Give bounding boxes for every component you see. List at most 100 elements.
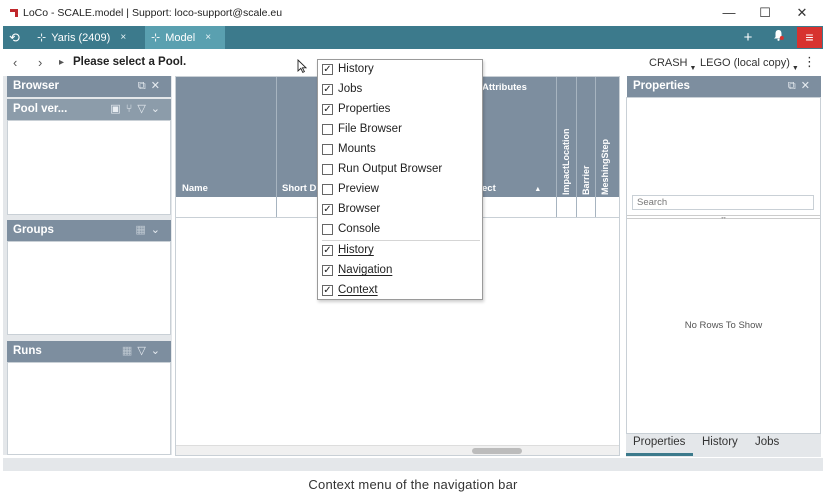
menu-item-jobs[interactable]: ✓ Jobs: [318, 80, 482, 100]
context-menu: ✓ History ✓ Jobs ✓ Properties File Brows…: [317, 59, 483, 300]
tab-bar: ⟲ ⊹ Yaris (2409) × ⊹ Model × + ≡: [3, 26, 823, 49]
menu-item-file-browser[interactable]: File Browser: [318, 120, 482, 140]
mouse-cursor-icon: [297, 59, 307, 73]
pool-header-icons: ▣⑂▽⌄: [110, 99, 165, 120]
column-barrier-header[interactable]: Barrier: [581, 163, 591, 195]
browser-panel-body: [7, 120, 171, 215]
nav-back-button[interactable]: ‹: [13, 55, 17, 70]
tab-close-icon[interactable]: ×: [120, 32, 126, 43]
pool-version-header: Pool ver... ▣⑂▽⌄: [7, 99, 171, 120]
checkbox[interactable]: ✓: [322, 64, 333, 75]
tab-label: Model: [165, 31, 196, 44]
column-short-desc-header[interactable]: Short D: [282, 183, 316, 194]
checkbox[interactable]: [322, 184, 333, 195]
filter-icon[interactable]: ▽: [137, 345, 150, 357]
checkbox[interactable]: [322, 164, 333, 175]
status-bar: [3, 458, 823, 471]
filter-icon[interactable]: ▽: [137, 103, 150, 115]
column-name-header[interactable]: Name: [182, 183, 208, 194]
menu-item-label: Context: [338, 284, 378, 296]
properties-panel-header: Properties ⧉✕: [627, 76, 821, 97]
chevron-down-icon[interactable]: ⌄: [151, 224, 165, 236]
column-divider[interactable]: [595, 77, 596, 217]
menu-item-navigation[interactable]: ✓ Navigation: [318, 261, 482, 281]
menu-item-browser[interactable]: ✓ Browser: [318, 200, 482, 220]
column-meshingstep-header[interactable]: MeshingStep: [600, 137, 610, 195]
close-icon[interactable]: ✕: [801, 80, 815, 92]
tab-close-icon[interactable]: ×: [205, 32, 211, 43]
nav-expand-icon[interactable]: ▸: [59, 57, 64, 68]
menu-item-preview[interactable]: Preview: [318, 180, 482, 200]
branch-icon[interactable]: ⑂: [126, 103, 138, 115]
tab-yaris[interactable]: ⊹ Yaris (2409) ×: [37, 26, 147, 49]
column-impactlocation-header[interactable]: ImpactLocation: [561, 125, 571, 195]
checkbox[interactable]: ✓: [322, 245, 333, 256]
horizontal-scrollbar[interactable]: [176, 445, 619, 455]
checkbox[interactable]: ✓: [322, 104, 333, 115]
menu-item-label: Navigation: [338, 264, 393, 276]
caret-down-icon: ▼: [791, 65, 799, 72]
menu-item-console[interactable]: Console: [318, 220, 482, 240]
popout-icon[interactable]: ⧉: [788, 80, 801, 92]
menu-item-properties[interactable]: ✓ Properties: [318, 100, 482, 120]
properties-search-input[interactable]: Search: [632, 195, 814, 210]
image-icon[interactable]: ▣: [110, 103, 125, 115]
close-window-button[interactable]: ✕: [787, 4, 817, 22]
checkbox[interactable]: ✓: [322, 285, 333, 296]
repository-label: LEGO (local copy): [700, 57, 790, 69]
home-icon[interactable]: ⟲: [9, 30, 20, 46]
menu-item-label: Console: [338, 223, 381, 235]
menu-item-run-output-browser[interactable]: Run Output Browser: [318, 160, 482, 180]
main-menu-button[interactable]: ≡: [797, 27, 822, 48]
chevron-down-icon[interactable]: ⌄: [151, 103, 165, 115]
menu-item-context[interactable]: ✓ Context: [318, 281, 482, 301]
runs-panel-header: Runs ▦▽⌄: [7, 341, 171, 362]
menu-item-label: Preview: [338, 183, 379, 195]
notification-bell-icon[interactable]: [765, 28, 791, 47]
repository-selector[interactable]: LEGO (local copy) ▼: [700, 57, 799, 72]
menu-item-mounts[interactable]: Mounts: [318, 140, 482, 160]
checkbox[interactable]: ✓: [322, 204, 333, 215]
runs-header-icons: ▦▽⌄: [122, 341, 165, 362]
checkbox[interactable]: [322, 224, 333, 235]
close-icon[interactable]: ✕: [151, 80, 165, 92]
menu-item-nav-history[interactable]: ✓ History: [318, 241, 482, 261]
browser-panel-header: Browser ⧉✕: [7, 76, 171, 97]
scrollbar-thumb[interactable]: [472, 448, 522, 454]
discipline-label: CRASH: [649, 57, 688, 69]
runs-title: Runs: [13, 345, 42, 357]
checkbox[interactable]: [322, 144, 333, 155]
nav-more-button[interactable]: ⋮: [803, 54, 816, 70]
column-divider[interactable]: [276, 77, 277, 217]
grid-icon[interactable]: ▦: [122, 345, 137, 357]
menu-item-history[interactable]: ✓ History: [318, 60, 482, 80]
popout-icon[interactable]: ⧉: [138, 80, 151, 92]
checkbox[interactable]: ✓: [322, 265, 333, 276]
window-title: LoCo - SCALE.model | Support: loco-suppo…: [23, 7, 283, 19]
maximize-button[interactable]: ☐: [750, 4, 780, 22]
groups-panel-header: Groups ▦⌄: [7, 220, 171, 241]
pool-version-label[interactable]: Pool ver...: [13, 103, 67, 115]
nav-forward-button[interactable]: ›: [38, 55, 42, 70]
discipline-selector[interactable]: CRASH ▼: [649, 57, 696, 72]
column-divider[interactable]: [556, 77, 557, 217]
column-divider[interactable]: [576, 77, 577, 217]
chevron-down-icon[interactable]: ⌄: [151, 345, 165, 357]
tab-properties[interactable]: Properties: [633, 436, 685, 448]
menu-item-label: History: [338, 244, 374, 256]
runs-panel-body: [7, 362, 171, 455]
menu-item-label: History: [338, 63, 374, 75]
resize-handle[interactable]: ↔: [627, 214, 820, 221]
tab-jobs[interactable]: Jobs: [755, 436, 779, 448]
app-logo-icon: [10, 9, 18, 17]
tab-model[interactable]: ⊹ Model ×: [145, 26, 225, 49]
column-object-header[interactable]: ect ▲: [482, 183, 541, 194]
breadcrumb[interactable]: Please select a Pool.: [73, 56, 186, 68]
add-tab-button[interactable]: +: [735, 28, 761, 47]
tab-history[interactable]: History: [702, 436, 738, 448]
grid-icon[interactable]: ▦: [135, 224, 150, 236]
minimize-button[interactable]: —: [714, 4, 744, 22]
groups-panel-body: [7, 241, 171, 335]
checkbox[interactable]: ✓: [322, 84, 333, 95]
checkbox[interactable]: [322, 124, 333, 135]
